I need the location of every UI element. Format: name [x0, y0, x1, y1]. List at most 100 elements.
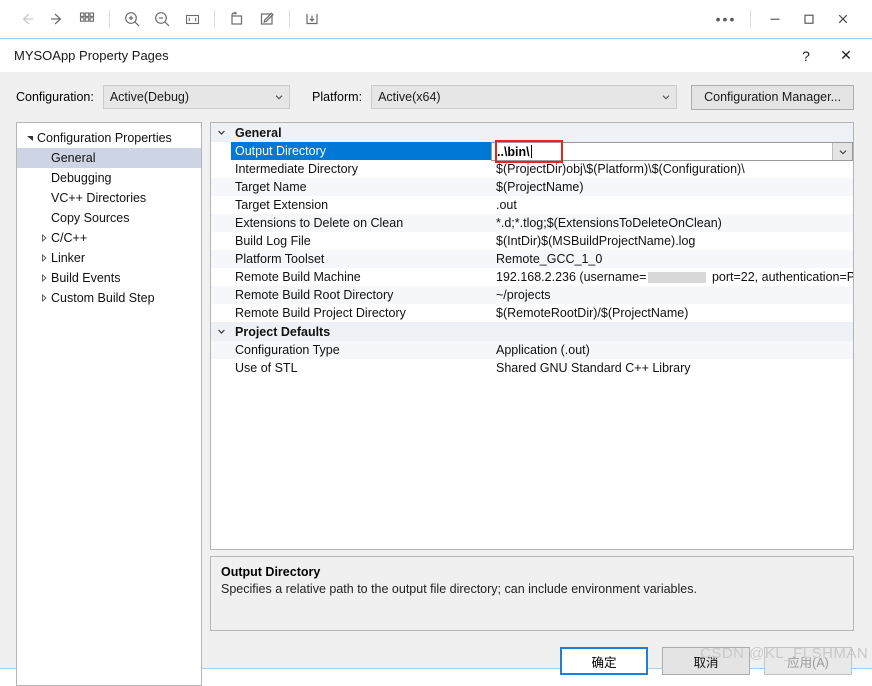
edit-icon[interactable]	[252, 5, 282, 33]
configuration-bar: Configuration: Active(Debug) Platform: A…	[0, 72, 870, 122]
triangle-right-icon	[37, 294, 51, 302]
grid-property-name: Extensions to Delete on Clean	[235, 216, 404, 230]
grid-property-value[interactable]: .out	[491, 198, 853, 212]
grid-row[interactable]: Build Log File $(IntDir)$(MSBuildProjectN…	[211, 232, 853, 250]
grid-property-name: Platform Toolset	[235, 252, 325, 266]
toolbar-divider	[289, 10, 290, 28]
toolbar-divider	[750, 10, 751, 28]
dialog-title-bar: MYSOApp Property Pages ? ✕	[0, 39, 872, 72]
grid-row[interactable]: Target Name $(ProjectName)	[211, 178, 853, 196]
grid-row[interactable]: Configuration Type Application (.out)	[211, 341, 853, 359]
tree-item-c-c[interactable]: C/C++	[17, 228, 201, 248]
grid-row[interactable]: Use of STL Shared GNU Standard C++ Librar…	[211, 359, 853, 377]
more-options-label: •••	[715, 11, 737, 27]
property-pages-dialog: MYSOApp Property Pages ? ✕ Configuration…	[0, 38, 872, 686]
grid-row[interactable]: Platform Toolset Remote_GCC_1_0	[211, 250, 853, 268]
grid-row[interactable]: Extensions to Delete on Clean *.d;*.tlog;…	[211, 214, 853, 232]
apply-button[interactable]: 应用(A)	[764, 647, 852, 675]
configuration-tree[interactable]: Configuration Properties General Debugging…	[16, 122, 202, 686]
tree-item-label: Copy Sources	[51, 211, 130, 225]
description-text: Specifies a relative path to the output …	[221, 582, 697, 596]
grid-property-value[interactable]: 192.168.2.236 (username= port=22, authen…	[491, 270, 853, 284]
grid-property-value[interactable]: $(ProjectDir)obj\$(Platform)\$(Configura…	[491, 162, 853, 176]
grid-property-name: Build Log File	[235, 234, 311, 248]
tree-item-custom-build-step[interactable]: Custom Build Step	[17, 288, 201, 308]
grid-row[interactable]: Output Directory ..\bin\	[211, 140, 853, 163]
window-minimize-button[interactable]	[758, 5, 792, 33]
configuration-manager-button[interactable]: Configuration Manager...	[691, 84, 854, 110]
value-suffix: port=22, authentication=Pas	[708, 270, 853, 284]
triangle-right-icon	[37, 254, 51, 262]
grid-property-name: Configuration Type	[235, 343, 340, 357]
tree-item-configuration-properties[interactable]: Configuration Properties	[17, 128, 201, 148]
toolbar-divider	[214, 10, 215, 28]
value-prefix: 192.168.2.236 (username=	[496, 270, 647, 284]
chevron-down-icon	[656, 92, 676, 102]
triangle-down-icon	[23, 134, 37, 142]
grid-row[interactable]: Remote Build Project Directory $(RemoteRo…	[211, 304, 853, 322]
annotation-highlight-box	[495, 140, 563, 163]
tree-item-general[interactable]: General	[17, 148, 201, 168]
grid-property-value[interactable]: $(IntDir)$(MSBuildProjectName).log	[491, 234, 853, 248]
tree-item-label: Configuration Properties	[37, 131, 172, 145]
grid-property-value[interactable]: *.d;*.tlog;$(ExtensionsToDeleteOnClean)	[491, 216, 853, 230]
tree-item-build-events[interactable]: Build Events	[17, 268, 201, 288]
chevron-down-icon	[211, 128, 231, 137]
thumbnails-grid-icon[interactable]	[72, 5, 102, 33]
actual-size-icon[interactable]	[177, 5, 207, 33]
tree-item-label: C/C++	[51, 231, 88, 245]
forward-arrow-icon[interactable]	[42, 5, 72, 33]
grid-property-value[interactable]: Application (.out)	[491, 343, 853, 357]
tree-item-vc-directories[interactable]: VC++ Directories	[17, 188, 201, 208]
grid-property-value[interactable]: ~/projects	[491, 288, 853, 302]
help-button[interactable]: ?	[786, 42, 826, 70]
grid-category-label: Project Defaults	[235, 324, 331, 339]
tree-item-label: Build Events	[51, 271, 121, 285]
property-grid[interactable]: General Output Directory ..\bin\ Intermedia…	[210, 122, 854, 550]
more-options-button[interactable]: •••	[709, 5, 743, 33]
dialog-close-button[interactable]: ✕	[826, 42, 866, 70]
platform-dropdown[interactable]: Active(x64)	[371, 85, 678, 109]
chevron-down-icon	[211, 327, 231, 336]
chevron-down-icon[interactable]	[832, 143, 852, 160]
tree-item-label: Debugging	[51, 171, 112, 185]
tree-item-debugging[interactable]: Debugging	[17, 168, 201, 188]
configuration-value: Active(Debug)	[109, 90, 190, 104]
grid-row[interactable]: Target Extension .out	[211, 196, 853, 214]
toolbar-divider	[109, 10, 110, 28]
configuration-label: Configuration:	[16, 90, 94, 104]
grid-property-value[interactable]: Shared GNU Standard C++ Library	[491, 361, 853, 375]
grid-property-name: Remote Build Project Directory	[235, 306, 406, 320]
grid-property-name: Target Extension	[235, 198, 329, 212]
tree-item-linker[interactable]: Linker	[17, 248, 201, 268]
grid-row[interactable]: Remote Build Root Directory ~/projects	[211, 286, 853, 304]
description-title: Output Directory	[221, 565, 321, 579]
configuration-dropdown[interactable]: Active(Debug)	[102, 85, 291, 109]
back-arrow-icon[interactable]	[12, 5, 42, 33]
zoom-out-icon[interactable]	[147, 5, 177, 33]
grid-property-value[interactable]: $(ProjectName)	[491, 180, 853, 194]
dialog-title: MYSOApp Property Pages	[14, 48, 169, 63]
grid-property-value[interactable]: $(RemoteRootDir)/$(ProjectName)	[491, 306, 853, 320]
grid-property-value[interactable]: Remote_GCC_1_0	[491, 252, 853, 266]
triangle-right-icon	[37, 234, 51, 242]
grid-property-name: Use of STL	[235, 361, 298, 375]
chevron-down-icon	[269, 92, 289, 102]
tree-item-label: General	[51, 151, 96, 165]
grid-property-name: Output Directory	[231, 142, 491, 160]
viewer-toolbar: •••	[0, 0, 872, 38]
dialog-footer: 确定 取消 应用(A)	[0, 637, 870, 685]
zoom-in-icon[interactable]	[117, 5, 147, 33]
platform-value: Active(x64)	[378, 90, 441, 104]
save-icon[interactable]	[297, 5, 327, 33]
dialog-body: Configuration: Active(Debug) Platform: A…	[0, 72, 870, 686]
ok-button[interactable]: 确定	[560, 647, 648, 675]
rotate-icon[interactable]	[222, 5, 252, 33]
triangle-right-icon	[37, 274, 51, 282]
grid-category-row[interactable]: Project Defaults	[211, 322, 853, 341]
window-close-button[interactable]	[826, 5, 860, 33]
cancel-button[interactable]: 取消	[662, 647, 750, 675]
grid-row[interactable]: Remote Build Machine 192.168.2.236 (usern…	[211, 268, 853, 286]
window-maximize-button[interactable]	[792, 5, 826, 33]
tree-item-copy-sources[interactable]: Copy Sources	[17, 208, 201, 228]
